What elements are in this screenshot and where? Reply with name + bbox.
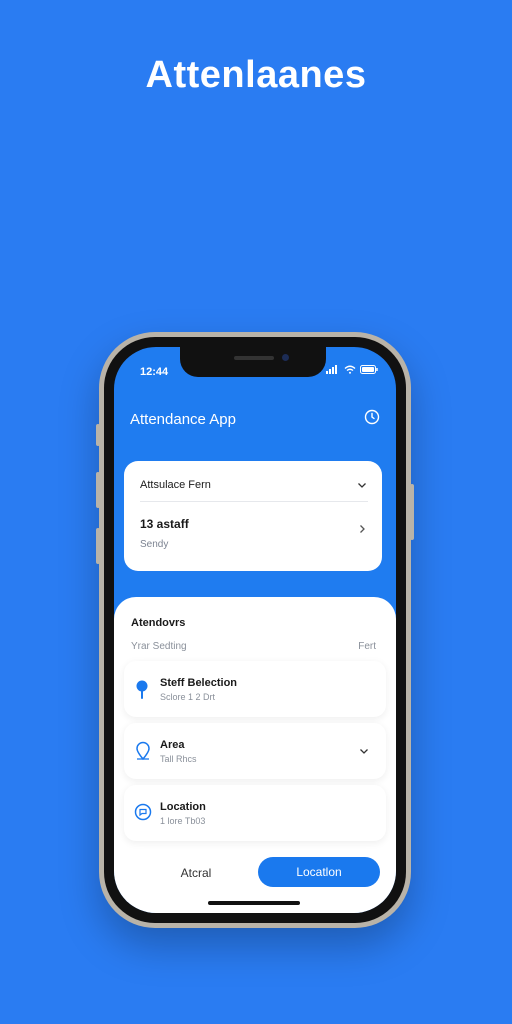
phone-volume-down — [96, 528, 100, 564]
divider — [140, 501, 368, 502]
status-time: 12:44 — [140, 366, 169, 378]
battery-icon — [360, 365, 378, 374]
form-dropdown[interactable]: Attsulace Fern — [140, 479, 368, 491]
attendees-sheet: Atendovrs Yrar Sedting Fert Steff Belect… — [114, 597, 396, 913]
signal-icon — [326, 365, 337, 374]
list-item-label: Area — [160, 739, 185, 751]
sheet-title: Atendovrs — [131, 617, 186, 629]
phone-mute-switch — [96, 424, 100, 446]
form-title: Attsulace Fern — [140, 479, 211, 491]
list-item-sub: 1 lore Tb03 — [160, 816, 206, 826]
list-item-location[interactable]: Location 1 lore Tb03 — [124, 785, 386, 841]
attendance-form-card: Attsulace Fern 13 astaff Sendy — [124, 461, 382, 571]
app-screen: 12:44 Attendance App Attsulace Fern 13 a… — [114, 347, 396, 913]
chevron-right-icon[interactable] — [356, 523, 368, 535]
list-item-sub: Tall Rhcs — [160, 754, 197, 764]
list-item-area[interactable]: Area Tall Rhcs — [124, 723, 386, 779]
sheet-subtitle-right[interactable]: Fert — [358, 641, 376, 652]
chevron-down-icon — [360, 749, 368, 754]
hero-title: Attenlaanes — [145, 54, 367, 96]
cancel-button[interactable]: Atcral — [154, 859, 238, 887]
status-icons — [326, 365, 378, 374]
notch — [180, 347, 326, 377]
chevron-down-icon — [358, 483, 366, 488]
list-item-label: Steff Belection — [160, 677, 238, 689]
list-item-staff-selection[interactable]: Steff Belection Sclore 1 2 Drt — [124, 661, 386, 717]
wifi-icon — [344, 365, 356, 374]
sheet-subtitle: Yrar Sedting — [131, 641, 187, 652]
phone-volume-up — [96, 472, 100, 508]
pin-icon — [136, 680, 148, 699]
app-title: Attendance App — [130, 411, 236, 428]
front-camera — [282, 354, 289, 361]
list-item-label: Location — [160, 801, 206, 813]
staff-count[interactable]: 13 astaff — [140, 517, 368, 531]
phone-power-button — [410, 484, 414, 540]
home-indicator[interactable] — [208, 901, 300, 905]
phone-mockup: 12:44 Attendance App Attsulace Fern 13 a… — [96, 332, 414, 928]
location-outline-icon — [136, 741, 150, 761]
chat-icon — [134, 803, 152, 821]
location-button[interactable]: Locatlon — [258, 857, 380, 887]
list-item-sub: Sclore 1 2 Drt — [160, 692, 216, 702]
screen-bezel: 12:44 Attendance App Attsulace Fern 13 a… — [104, 337, 406, 923]
clock-icon[interactable] — [364, 409, 380, 430]
speaker — [234, 356, 274, 360]
staff-status: Sendy — [140, 539, 169, 550]
